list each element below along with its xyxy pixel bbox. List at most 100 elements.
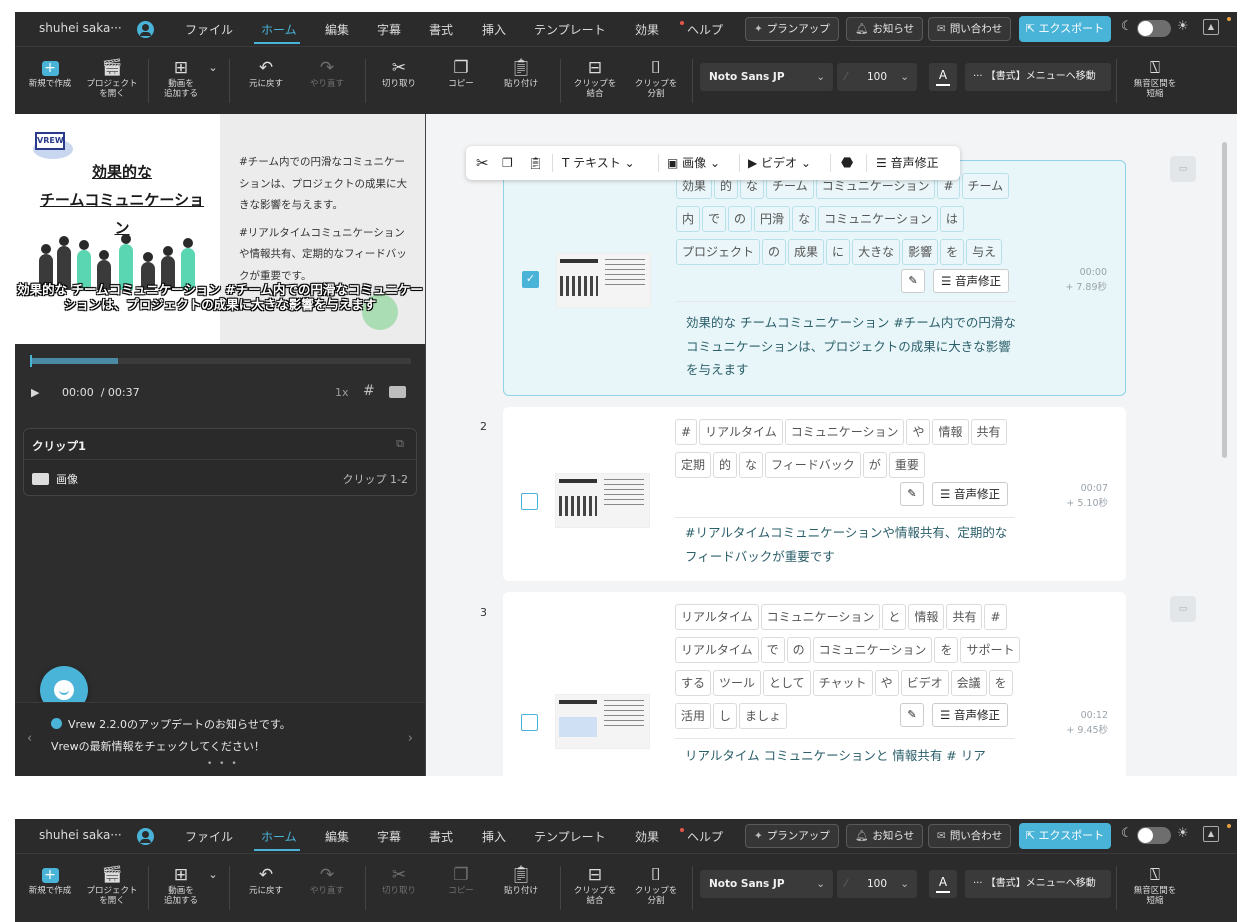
menu-effect[interactable]: 効果: [635, 828, 659, 845]
clip-card[interactable]: # リアルタイム コミュニケーションや情報 共有定期的なフィードバックが重要 ✎ ☰ …: [503, 407, 1126, 581]
menu-insert[interactable]: 挿入: [482, 828, 506, 845]
clipboard-icon[interactable]: 📋︎: [528, 146, 543, 180]
update-notice[interactable]: ‹ Vrew 2.2.0のアップデートのお知らせです。 Vrewの最新情報をチェ…: [15, 702, 425, 776]
menu-format[interactable]: 書式: [429, 828, 453, 845]
word-chip[interactable]: 成果: [788, 239, 825, 265]
clip-checkbox[interactable]: [521, 714, 538, 731]
word-chip[interactable]: 会議: [950, 670, 987, 696]
word-chip[interactable]: ましょ: [739, 703, 788, 729]
text-menu[interactable]: T テキスト ⌄: [562, 146, 635, 180]
scrollbar[interactable]: [1222, 142, 1227, 458]
menu-edit[interactable]: 編集: [325, 828, 349, 845]
word-chip[interactable]: リアルタイム: [675, 604, 759, 630]
word-chip[interactable]: 活用: [675, 703, 712, 729]
add-video-dropdown[interactable]: ⌄: [193, 57, 233, 79]
word-chip[interactable]: する: [675, 670, 712, 696]
menu-file[interactable]: ファイル: [185, 828, 233, 845]
word-chip[interactable]: フィードバック: [765, 452, 861, 478]
word-chip[interactable]: サポート: [960, 637, 1021, 663]
word-chip[interactable]: チーム: [961, 173, 1010, 199]
clip-thumbnail[interactable]: [556, 253, 651, 308]
menu-effect[interactable]: 効果: [635, 21, 659, 38]
new-project-button[interactable]: + 新規で作成: [20, 57, 80, 89]
user-name[interactable]: shuhei saka···: [39, 21, 122, 35]
edit-pencil-icon[interactable]: ✎: [900, 703, 924, 727]
word-chip[interactable]: が: [862, 452, 887, 478]
theme-toggle[interactable]: [1137, 20, 1171, 37]
contact-button[interactable]: ✉ 問い合わせ: [928, 824, 1012, 848]
new-project-button[interactable]: + 新規で作成: [20, 864, 80, 896]
word-chip[interactable]: リアルタイム: [675, 637, 759, 663]
grid-icon[interactable]: #: [363, 383, 375, 399]
word-chip[interactable]: として: [763, 670, 811, 696]
word-chip[interactable]: と: [882, 604, 907, 630]
word-chip[interactable]: 内: [676, 206, 701, 232]
word-chip[interactable]: や: [874, 670, 899, 696]
voice-fix-button[interactable]: ☰ 音声修正: [933, 269, 1009, 293]
voice-fix-button[interactable]: ☰ 音声修正: [932, 703, 1008, 727]
word-chip[interactable]: ビデオ: [900, 670, 949, 696]
redo-button[interactable]: ↷ やり直す: [297, 864, 357, 896]
speed-button[interactable]: 1x: [335, 386, 349, 399]
word-chip[interactable]: し: [713, 703, 738, 729]
add-video-dropdown[interactable]: ⌄: [193, 864, 233, 886]
voice-fix-menu[interactable]: ☰ 音声修正: [876, 146, 939, 180]
clip-checkbox[interactable]: [521, 493, 538, 510]
font-color-button[interactable]: A: [929, 63, 957, 91]
ai-image-icon[interactable]: ▭: [1170, 156, 1196, 182]
notice-button[interactable]: 🔔︎ お知らせ: [846, 17, 924, 41]
scissors-icon[interactable]: ✂: [476, 146, 489, 180]
word-chip[interactable]: ツール: [713, 670, 762, 696]
word-chip[interactable]: に: [826, 239, 851, 265]
menu-edit[interactable]: 編集: [325, 21, 349, 38]
subtitle-toggle-icon[interactable]: [389, 386, 406, 398]
clip-checkbox[interactable]: ✓: [522, 271, 539, 288]
word-chip[interactable]: 定期: [675, 452, 712, 478]
menu-help[interactable]: ヘルプ: [687, 828, 723, 845]
menu-home[interactable]: ホーム: [261, 828, 297, 845]
word-chip[interactable]: の: [728, 206, 753, 232]
word-chip[interactable]: 的: [713, 452, 738, 478]
contact-button[interactable]: ✉ 問い合わせ: [928, 17, 1012, 41]
split-clip-button[interactable]: ⌷ クリップを 分割: [626, 864, 686, 906]
menu-home[interactable]: ホーム: [261, 21, 297, 38]
cut-button[interactable]: ✂ 切り取り: [369, 57, 429, 89]
video-preview[interactable]: VREW 効果的な チームコミュニケーション #チーム内での円滑なコミュニケーショ…: [15, 114, 425, 344]
avatar[interactable]: [137, 828, 154, 845]
clip-subtitle[interactable]: リアルタイム コミュニケーションと 情報共有 # リア: [685, 744, 1015, 768]
format-menu-button[interactable]: ··· 【書式】メニューへ移動: [965, 63, 1111, 91]
word-chip[interactable]: 与え: [966, 239, 1003, 265]
copy-icon[interactable]: ❐: [502, 146, 513, 180]
word-chip[interactable]: を: [940, 239, 965, 265]
word-chip[interactable]: な: [739, 452, 764, 478]
font-size-select[interactable]: ⁄ 100 ⌄: [837, 63, 917, 91]
word-chip[interactable]: コミュニケーション: [812, 637, 933, 663]
font-size-select[interactable]: ⁄ 100 ⌄: [837, 870, 917, 898]
word-chip[interactable]: コミュニケーション: [818, 206, 938, 232]
word-chip[interactable]: 重要: [888, 452, 925, 478]
notice-button[interactable]: 🔔︎ お知らせ: [846, 824, 924, 848]
plan-upgrade-button[interactable]: ✦ プランアップ: [745, 824, 839, 848]
ai-image-icon[interactable]: ▭: [1170, 596, 1196, 622]
font-family-select[interactable]: Noto Sans JP ⌄: [700, 63, 833, 91]
format-menu-button[interactable]: ··· 【書式】メニューへ移動: [965, 870, 1111, 898]
open-project-button[interactable]: 🎬︎ プロジェクト を開く: [82, 57, 142, 99]
plan-upgrade-button[interactable]: ✦ プランアップ: [745, 17, 839, 41]
paste-button[interactable]: 📋︎ 貼り付け: [491, 864, 551, 896]
clip-thumbnail[interactable]: [555, 473, 650, 528]
export-button[interactable]: ⇱ エクスポート: [1019, 823, 1111, 849]
open-external-icon[interactable]: ⧉: [396, 437, 404, 451]
copy-button[interactable]: ❐ コピー: [431, 57, 491, 89]
chevron-left-icon[interactable]: ‹: [27, 731, 32, 746]
word-chip[interactable]: 共有: [970, 419, 1007, 445]
menu-file[interactable]: ファイル: [185, 21, 233, 38]
word-chip[interactable]: #: [984, 604, 1007, 630]
font-family-select[interactable]: Noto Sans JP ⌄: [700, 870, 833, 898]
carousel-dots[interactable]: • • •: [207, 759, 239, 769]
fill-color-icon[interactable]: ⬣: [841, 146, 853, 180]
open-project-button[interactable]: 🎬︎ プロジェクト を開く: [82, 864, 142, 906]
word-chip[interactable]: リアルタイム: [699, 419, 783, 445]
word-chip[interactable]: 影響: [902, 239, 939, 265]
redo-button[interactable]: ↷ やり直す: [297, 57, 357, 89]
word-chip[interactable]: 大きな: [852, 239, 901, 265]
